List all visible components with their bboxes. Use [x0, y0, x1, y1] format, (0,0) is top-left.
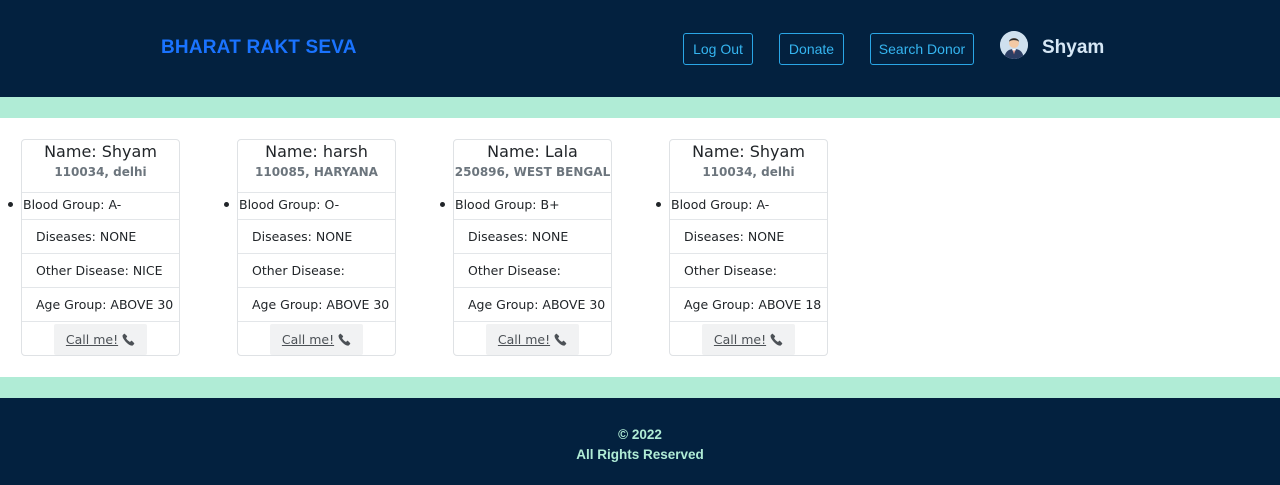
- donor-card: Name: Shyam 110034, delhi Blood Group: A…: [656, 139, 828, 356]
- phone-icon: [554, 333, 567, 346]
- top-band: [0, 97, 1280, 118]
- call-me-button[interactable]: Call me!: [701, 323, 796, 355]
- user-avatar-icon[interactable]: [1000, 31, 1028, 59]
- blood-group-item: Blood Group: O-: [224, 193, 395, 220]
- donor-name: Name: harsh: [265, 142, 368, 161]
- list-bullet: [440, 202, 445, 207]
- card-footer: Call me!: [238, 322, 395, 356]
- call-me-label: Call me!: [713, 331, 767, 347]
- diseases-item: Diseases: NONE: [22, 220, 179, 254]
- call-me-label: Call me!: [497, 331, 551, 347]
- call-me-label: Call me!: [65, 331, 119, 347]
- other-disease-item: Other Disease:: [670, 254, 827, 288]
- username-label: Shyam: [1042, 37, 1105, 58]
- age-group-item: Age Group: ABOVE 18: [670, 288, 827, 322]
- call-me-label: Call me!: [281, 331, 335, 347]
- donor-card: Name: Lala 250896, WEST BENGAL Blood Gro…: [440, 139, 612, 356]
- phone-icon: [770, 333, 783, 346]
- call-me-button[interactable]: Call me!: [53, 323, 148, 355]
- search-donor-button[interactable]: Search Donor: [870, 33, 974, 65]
- blood-group-item: Blood Group: B+: [440, 193, 611, 220]
- rights-text: All Rights Reserved: [576, 447, 704, 462]
- blood-group-text: Blood Group: O-: [239, 197, 340, 212]
- site-header: BHARAT RAKT SEVA Log Out Donate Search D…: [0, 0, 1280, 97]
- call-me-button[interactable]: Call me!: [485, 323, 580, 355]
- list-bullet: [224, 202, 229, 207]
- card-header: Name: Lala 250896, WEST BENGAL: [454, 140, 611, 193]
- age-group-item: Age Group: ABOVE 30: [22, 288, 179, 322]
- card-header: Name: harsh 110085, HARYANA: [238, 140, 395, 193]
- donor-card: Name: harsh 110085, HARYANA Blood Group:…: [224, 139, 396, 356]
- other-disease-item: Other Disease: NICE: [22, 254, 179, 288]
- diseases-item: Diseases: NONE: [454, 220, 611, 254]
- blood-group-item: Blood Group: A-: [656, 193, 827, 220]
- call-me-button[interactable]: Call me!: [269, 323, 364, 355]
- blood-group-text: Blood Group: B+: [455, 197, 560, 212]
- card-header: Name: Shyam 110034, delhi: [670, 140, 827, 193]
- bottom-band: [0, 377, 1280, 398]
- list-bullet: [656, 202, 661, 207]
- donor-name: Name: Shyam: [44, 142, 157, 161]
- card-footer: Call me!: [670, 322, 827, 356]
- brand-title[interactable]: BHARAT RAKT SEVA: [161, 37, 357, 59]
- site-footer: © 2022 All Rights Reserved: [0, 398, 1280, 485]
- donor-address: 250896, WEST BENGAL: [454, 165, 611, 179]
- age-group-item: Age Group: ABOVE 30: [454, 288, 611, 322]
- donor-card: Name: Shyam 110034, delhi Blood Group: A…: [8, 139, 180, 356]
- phone-icon: [122, 333, 135, 346]
- donor-name: Name: Lala: [487, 142, 578, 161]
- donor-address: 110034, delhi: [54, 165, 147, 179]
- donor-address: 110034, delhi: [702, 165, 795, 179]
- list-bullet: [8, 202, 13, 207]
- other-disease-item: Other Disease:: [238, 254, 395, 288]
- blood-group-text: Blood Group: A-: [23, 197, 122, 212]
- blood-group-item: Blood Group: A-: [8, 193, 179, 220]
- phone-icon: [338, 333, 351, 346]
- other-disease-item: Other Disease:: [454, 254, 611, 288]
- copyright-text: © 2022: [618, 427, 662, 442]
- donor-cards-section: Name: Shyam 110034, delhi Blood Group: A…: [0, 118, 1280, 377]
- card-header: Name: Shyam 110034, delhi: [22, 140, 179, 193]
- blood-group-text: Blood Group: A-: [671, 197, 770, 212]
- diseases-item: Diseases: NONE: [670, 220, 827, 254]
- age-group-item: Age Group: ABOVE 30: [238, 288, 395, 322]
- card-footer: Call me!: [22, 322, 179, 356]
- diseases-item: Diseases: NONE: [238, 220, 395, 254]
- donate-button[interactable]: Donate: [779, 33, 844, 65]
- donor-address: 110085, HARYANA: [255, 165, 378, 179]
- donor-name: Name: Shyam: [692, 142, 805, 161]
- logout-button[interactable]: Log Out: [683, 33, 753, 65]
- card-footer: Call me!: [454, 322, 611, 356]
